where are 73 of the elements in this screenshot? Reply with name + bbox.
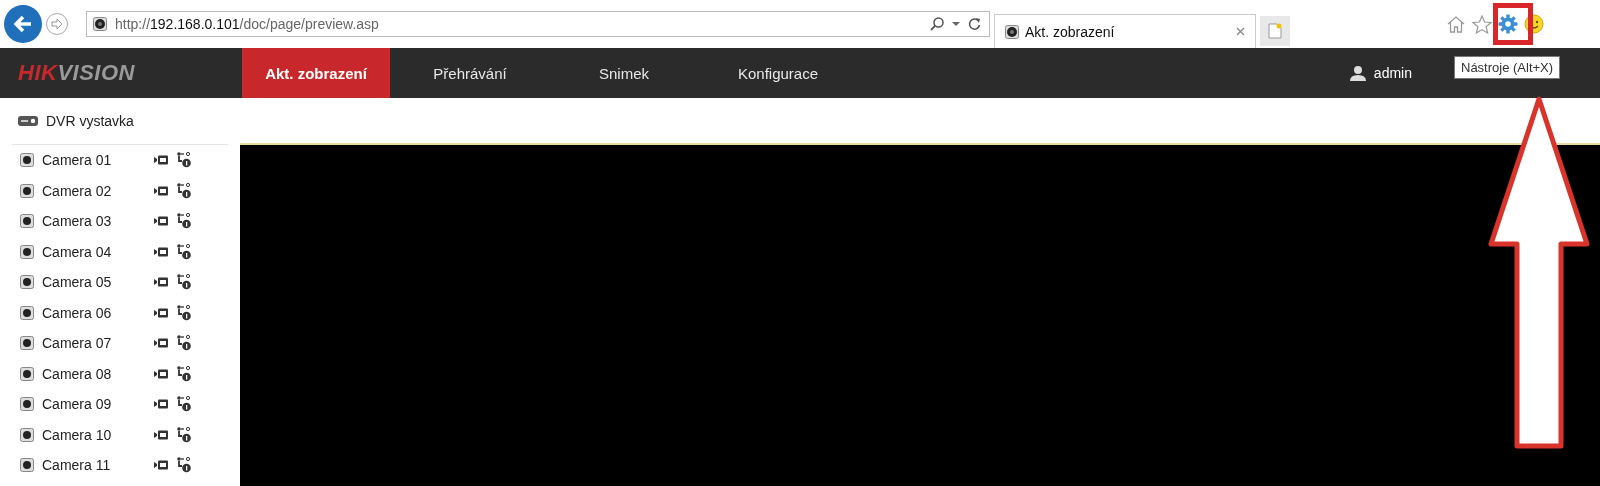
info-icon[interactable] (177, 396, 191, 413)
forward-arrow-icon (51, 18, 63, 30)
video-camera-icon[interactable] (154, 367, 169, 380)
video-camera-icon[interactable] (154, 428, 169, 441)
video-camera-icon[interactable] (154, 184, 169, 197)
close-icon[interactable] (1236, 27, 1245, 36)
video-camera-icon[interactable] (154, 154, 169, 167)
page-icon (1268, 23, 1282, 39)
tab-title: Akt. zobrazení (1025, 23, 1115, 40)
info-icon[interactable] (177, 274, 191, 291)
nav-tab[interactable]: Konfigurace (704, 48, 852, 98)
video-camera-icon[interactable] (154, 398, 169, 411)
highlight-frame (1493, 3, 1533, 45)
camera-name[interactable]: Camera 07 (42, 335, 154, 352)
camera-icon (20, 336, 34, 351)
info-icon[interactable] (177, 152, 191, 169)
user-icon (1349, 65, 1366, 81)
camera-icon (20, 214, 34, 229)
dvr-icon (18, 115, 38, 127)
camera-name[interactable]: Camera 10 (42, 426, 154, 443)
info-icon[interactable] (177, 335, 191, 352)
info-icon[interactable] (177, 457, 191, 474)
camera-name[interactable]: Camera 04 (42, 243, 154, 260)
info-icon[interactable] (177, 243, 191, 260)
camera-name[interactable]: Camera 02 (42, 182, 154, 199)
video-camera-icon[interactable] (154, 337, 169, 350)
nav-tab[interactable]: Akt. zobrazení (242, 48, 390, 98)
video-camera-icon[interactable] (154, 215, 169, 228)
hikvision-logo: HIKVISION (17, 60, 136, 86)
camera-name[interactable]: Camera 06 (42, 304, 154, 321)
camera-name[interactable]: Camera 09 (42, 396, 154, 413)
tooltip: Nástroje (Alt+X) (1454, 56, 1561, 79)
camera-icon (1005, 24, 1019, 39)
camera-icon (20, 244, 34, 259)
video-camera-icon[interactable] (154, 245, 169, 258)
camera-name[interactable]: Camera 01 (42, 152, 154, 169)
dropdown-caret-icon[interactable] (952, 21, 960, 27)
camera-icon (20, 153, 34, 168)
camera-icon (20, 183, 34, 198)
camera-name[interactable]: Camera 11 (42, 457, 154, 474)
video-camera-icon[interactable] (154, 306, 169, 319)
back-button[interactable] (4, 5, 42, 43)
camera-name[interactable]: Camera 05 (42, 274, 154, 291)
camera-name[interactable]: Camera 03 (42, 213, 154, 230)
info-icon[interactable] (177, 304, 191, 321)
camera-icon (20, 397, 34, 412)
camera-icon (20, 305, 34, 320)
info-icon[interactable] (177, 182, 191, 199)
camera-name[interactable]: Camera 08 (42, 365, 154, 382)
info-icon[interactable] (177, 426, 191, 443)
settings-icon[interactable] (1498, 14, 1518, 34)
camera-icon (20, 427, 34, 442)
video-camera-icon[interactable] (154, 276, 169, 289)
camera-icon (20, 366, 34, 381)
camera-icon (20, 458, 34, 473)
home-icon[interactable] (1446, 15, 1466, 33)
camera-icon (93, 17, 107, 31)
refresh-icon[interactable] (968, 17, 981, 31)
smiley-icon[interactable] (1524, 14, 1544, 34)
back-arrow-icon (12, 13, 34, 35)
device-name[interactable]: DVR vystavka (46, 113, 134, 129)
camera-icon (20, 275, 34, 290)
address-bar[interactable]: http://192.168.0.101/doc/page/preview.asp (86, 11, 990, 37)
nav-tab[interactable]: Snimek (550, 48, 698, 98)
search-icon[interactable] (930, 17, 944, 31)
info-icon[interactable] (177, 365, 191, 382)
user-name[interactable]: admin (1373, 65, 1412, 81)
star-icon[interactable] (1472, 14, 1492, 34)
video-camera-icon[interactable] (154, 459, 169, 472)
url-text: http://192.168.0.101/doc/page/preview.asp (115, 16, 379, 32)
nav-tab[interactable]: Přehrávání (396, 48, 544, 98)
browser-tab[interactable]: Akt. zobrazení (994, 14, 1256, 48)
info-icon[interactable] (177, 213, 191, 230)
